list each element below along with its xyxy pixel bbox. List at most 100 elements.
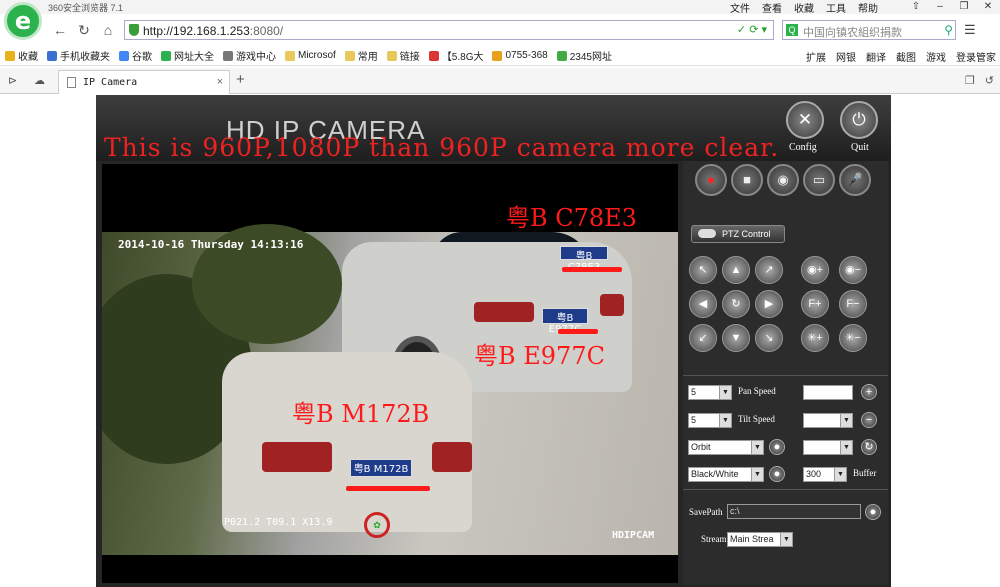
search-icon[interactable]: ⚲ [944, 23, 953, 37]
zoom-in-button[interactable]: ◉+ [801, 256, 829, 284]
close-icon[interactable]: × [217, 76, 223, 88]
pan-right-button[interactable]: ▶ [755, 290, 783, 318]
tilt-up-button[interactable]: ▲ [722, 256, 750, 284]
preset-input[interactable] [803, 385, 853, 400]
stop-button[interactable]: ■ [731, 164, 763, 196]
chevron-down-icon: ▼ [834, 468, 846, 481]
bookmark-folder[interactable]: Microsof [285, 50, 336, 61]
focus-far-button[interactable]: F− [839, 290, 867, 318]
undo-icon[interactable]: ↺ [985, 74, 994, 87]
refresh-button[interactable]: ↻ [74, 20, 94, 40]
snapshot-button[interactable]: ◉ [767, 164, 799, 196]
preset-select[interactable]: ▼ [803, 413, 853, 428]
highlight-mark [562, 267, 622, 272]
focus-near-button[interactable]: F+ [801, 290, 829, 318]
record-button[interactable]: ● [695, 164, 727, 196]
search-engine-icon[interactable]: Q [786, 24, 798, 36]
skin-icon[interactable]: ⇧ [904, 0, 928, 14]
config-icon[interactable]: ✕ [786, 101, 824, 139]
pan-speed-select[interactable]: 5 ▼ [688, 385, 732, 400]
menu-tools[interactable]: 工具 [826, 0, 846, 15]
pan-speed-label: Pan Speed [738, 386, 776, 396]
minimize-button[interactable]: – [928, 0, 952, 14]
quit-icon[interactable]: ⏻ [840, 101, 878, 139]
login-manager-button[interactable]: 登录管家 [956, 49, 996, 64]
translate-button[interactable]: 翻译 [866, 49, 886, 64]
buffer-select[interactable]: 300 ▼ [803, 467, 847, 482]
back-button[interactable]: ← [50, 20, 70, 40]
iris-close-button[interactable]: ✳− [839, 324, 867, 352]
bookmark-item[interactable]: 游戏中心 [223, 48, 276, 63]
tab-ip-camera[interactable]: IP Camera × [58, 70, 230, 94]
menu-icon[interactable]: ☰ [964, 22, 976, 38]
video-view[interactable]: 粤B C78E3 粤B E977C 粤B M172B 2014-10-16 Th… [102, 164, 678, 583]
menu-help[interactable]: 帮助 [858, 0, 878, 15]
sidebar-toggle-icon[interactable]: ⊳ [8, 74, 17, 87]
pan-down-left-button[interactable]: ↙ [689, 324, 717, 352]
iris-open-button[interactable]: ✳+ [801, 324, 829, 352]
remove-preset-button[interactable]: − [861, 412, 877, 428]
search-input[interactable]: 中国向镇农組织捐款 [803, 24, 902, 40]
app-title: 360安全浏览器 7.1 [48, 3, 124, 13]
menu-favorites[interactable]: 收藏 [794, 0, 814, 15]
color-mode-button[interactable]: ● [769, 466, 785, 482]
new-tab-button[interactable]: + [236, 71, 245, 88]
ptz-control-button[interactable]: PTZ Control [691, 225, 785, 243]
orbit-run-button[interactable]: ● [769, 439, 785, 455]
menu-bar: 文件 查看 收藏 工具 帮助 [730, 0, 878, 15]
bookmark-item[interactable]: 0755-368 [492, 50, 548, 61]
search-box[interactable]: Q 中国向镇农組织捐款 ⚲ [782, 20, 956, 40]
overlay-caption: This is 960P,1080P than 960P camera more… [104, 133, 780, 162]
maximize-button[interactable]: ❐ [952, 0, 976, 14]
pan-up-right-button[interactable]: ↗ [755, 256, 783, 284]
menu-view[interactable]: 查看 [762, 0, 782, 15]
tilt-speed-select[interactable]: 5 ▼ [688, 413, 732, 428]
google-icon [119, 50, 129, 61]
savepath-input[interactable]: c:\ [727, 504, 861, 519]
bookmark-folder[interactable]: 链接 [386, 48, 420, 63]
chevron-down-icon: ▼ [751, 441, 763, 454]
menu-file[interactable]: 文件 [730, 0, 750, 15]
bookmark-item[interactable]: 收藏 [5, 48, 38, 63]
screenshot-button[interactable]: 截图 [896, 49, 916, 64]
site-icon [428, 50, 439, 61]
pan-down-right-button[interactable]: ↘ [755, 324, 783, 352]
license-plate: 粤B C78E3 [560, 246, 608, 273]
restore-icon[interactable]: ❐ [965, 74, 975, 87]
stream-select[interactable]: Main Strea ▼ [727, 532, 793, 547]
stamp-icon: ✿ [364, 512, 390, 538]
color-mode-select[interactable]: Black/White ▼ [688, 467, 764, 482]
add-preset-button[interactable]: + [861, 384, 877, 400]
bookmark-item[interactable]: 手机收藏夹 [47, 48, 110, 63]
browse-button[interactable]: ● [865, 504, 881, 520]
folder-icon [386, 50, 397, 61]
tilt-down-button[interactable]: ▼ [722, 324, 750, 352]
goto-preset-button[interactable]: ↻ [861, 439, 877, 455]
home-button[interactable]: ⌂ [98, 20, 118, 40]
star-icon [5, 50, 15, 61]
goto-preset-select[interactable]: ▼ [803, 440, 853, 455]
pan-up-left-button[interactable]: ↖ [689, 256, 717, 284]
pan-left-button[interactable]: ◀ [689, 290, 717, 318]
address-bar[interactable]: http://192.168.1.253:8080/ ✓ ⟳ ▾ [124, 20, 774, 40]
shield-icon [129, 24, 139, 36]
cloud-icon[interactable]: ☁ [34, 74, 45, 87]
bookmark-item[interactable]: 网址大全 [161, 48, 214, 63]
games-button[interactable]: 游戏 [926, 49, 946, 64]
bookmark-item[interactable]: 2345网址 [556, 48, 612, 63]
compat-mode-icon[interactable]: ✓ ⟳ ▾ [737, 23, 767, 36]
microphone-button[interactable]: 🎤 [839, 164, 871, 196]
bookmark-item[interactable]: 【5.8G大 [428, 48, 483, 63]
orbit-select[interactable]: Orbit ▼ [688, 440, 764, 455]
osd-timestamp: 2014-10-16 Thursday 14:13:16 [118, 238, 304, 251]
bank-button[interactable]: 网银 [836, 49, 856, 64]
clip-button[interactable]: ▭ [803, 164, 835, 196]
folder-icon [344, 50, 355, 61]
zoom-out-button[interactable]: ◉− [839, 256, 867, 284]
bookmark-item[interactable]: 谷歌 [119, 48, 152, 63]
extensions-button[interactable]: 扩展 [806, 49, 826, 64]
ptz-center-button[interactable]: ↻ [722, 290, 750, 318]
bookmark-folder[interactable]: 常用 [344, 48, 378, 63]
close-button[interactable]: ✕ [976, 0, 1000, 14]
url-text[interactable]: http://192.168.1.253:8080/ [143, 24, 283, 38]
